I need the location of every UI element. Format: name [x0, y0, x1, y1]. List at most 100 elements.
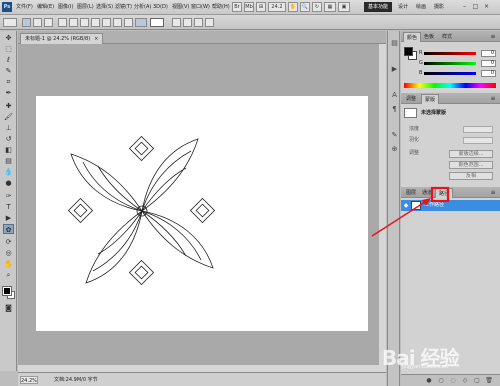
clone-stamp-tool-icon[interactable]: ⊥ [3, 123, 14, 133]
zoom-percent-field[interactable]: 24.2% [20, 376, 38, 384]
clone-source-panel-icon[interactable]: ⊕ [390, 145, 399, 154]
path-intersect-option[interactable] [194, 18, 203, 27]
workspace-painting[interactable]: 绘画 [416, 3, 426, 12]
custom-shape-option[interactable] [135, 18, 147, 27]
hand-tool-icon[interactable]: ✋ [3, 259, 14, 269]
tab-styles[interactable]: 样式 [439, 32, 455, 42]
path-subtract-option[interactable] [183, 18, 192, 27]
foreground-color-swatch[interactable] [2, 286, 12, 296]
red-channel-slider[interactable] [424, 52, 476, 55]
paths-mode[interactable] [33, 18, 42, 27]
pen-tool-option[interactable] [58, 18, 67, 27]
line-option[interactable] [124, 18, 133, 27]
move-tool-icon[interactable]: ✥ [3, 33, 14, 43]
mask-edge-button[interactable]: 蒙版边缘... [449, 150, 493, 158]
history-panel-icon[interactable]: ▤ [390, 39, 399, 48]
tab-channels[interactable]: 通道 [419, 188, 435, 198]
crop-tool-icon[interactable]: ⌗ [3, 77, 14, 87]
delete-path-icon[interactable]: 🗑 [485, 377, 493, 385]
screen-mode-button[interactable]: ▣ [338, 2, 350, 12]
panel-menu-icon[interactable]: ≡ [489, 94, 497, 103]
zoom-tool-button[interactable]: 🔍 [300, 2, 310, 12]
freeform-pen-option[interactable] [69, 18, 78, 27]
tab-swatches[interactable]: 色板 [421, 32, 437, 42]
path-exclude-option[interactable] [205, 18, 214, 27]
3d-rotate-tool-icon[interactable]: ⟳ [3, 237, 14, 247]
fill-path-icon[interactable]: ● [425, 377, 433, 385]
red-channel-value[interactable]: 0 [481, 50, 496, 57]
marquee-tool-icon[interactable]: ⬚ [3, 44, 14, 54]
polygon-option[interactable] [113, 18, 122, 27]
feather-field[interactable] [463, 137, 493, 144]
3d-orbit-tool-icon[interactable]: ◎ [3, 248, 14, 258]
document-area[interactable] [18, 44, 386, 372]
green-channel-slider[interactable] [424, 62, 476, 65]
tab-masks[interactable]: 蒙版 [421, 94, 440, 104]
quick-selection-tool-icon[interactable]: ✎ [3, 66, 14, 76]
path-name[interactable]: 工作路径 [424, 202, 444, 209]
extras-button[interactable]: ⊞ [256, 2, 266, 12]
tab-color[interactable]: 颜色 [403, 32, 422, 42]
new-path-icon[interactable]: ▢ [473, 377, 481, 385]
brush-tool-icon[interactable]: 🖌 [3, 112, 14, 122]
green-channel-value[interactable]: 0 [481, 60, 496, 67]
document-tab[interactable]: 未标题-1 @ 24.2% (RGB/8) × [20, 33, 104, 44]
blur-tool-icon[interactable]: 💧 [3, 167, 14, 177]
workspace-design[interactable]: 设计 [398, 3, 408, 12]
zoom-level-dropdown[interactable]: 24.2 [268, 2, 286, 12]
menu-select[interactable]: 选择(S) [96, 3, 113, 12]
workspace-essentials-button[interactable]: 基本功能 [364, 2, 393, 12]
paragraph-panel-icon[interactable]: ¶ [390, 105, 399, 114]
menu-image[interactable]: 图像(I) [58, 3, 73, 12]
density-field[interactable] [463, 126, 493, 133]
lasso-tool-icon[interactable]: ℓ [3, 55, 14, 65]
menu-window[interactable]: 窗口(W) [191, 3, 210, 12]
workspace-photography[interactable]: 摄影 [434, 3, 444, 12]
menu-file[interactable]: 文件(F) [16, 3, 33, 12]
color-panel-foreground-swatch[interactable] [404, 47, 413, 56]
load-selection-icon[interactable]: ◌ [449, 377, 457, 385]
close-icon[interactable]: × [482, 3, 491, 11]
tab-paths[interactable]: 路径 [435, 188, 454, 198]
tab-layers[interactable]: 图层 [403, 188, 419, 198]
menu-view[interactable]: 视图(V) [172, 3, 189, 12]
path-selection-tool-icon[interactable]: ▶ [3, 213, 14, 223]
brushes-panel-icon[interactable]: ✎ [390, 131, 399, 140]
tool-preset-picker[interactable] [3, 18, 17, 27]
menu-filter[interactable]: 滤镜(T) [115, 3, 132, 12]
horizontal-scrollbar[interactable] [18, 365, 379, 372]
close-tab-icon[interactable]: × [94, 36, 98, 42]
path-add-option[interactable] [172, 18, 181, 27]
ellipse-option[interactable] [102, 18, 111, 27]
hand-tool-button[interactable]: ✋ [288, 2, 298, 12]
menu-help[interactable]: 帮助(H) [212, 3, 230, 12]
eraser-tool-icon[interactable]: ◧ [3, 145, 14, 155]
rotate-view-button[interactable]: ↻ [312, 2, 322, 12]
shape-layers-mode[interactable] [22, 18, 31, 27]
gradient-tool-icon[interactable]: ▤ [3, 156, 14, 166]
stroke-path-icon[interactable]: ○ [437, 377, 445, 385]
fill-pixels-mode[interactable] [44, 18, 53, 27]
color-spectrum-bar[interactable] [404, 83, 496, 88]
menu-3d[interactable]: 3D(D) [153, 3, 168, 12]
rounded-rect-option[interactable] [91, 18, 100, 27]
type-tool-icon[interactable]: T [3, 202, 14, 212]
panel-menu-icon[interactable]: ≡ [489, 32, 497, 41]
zoom-tool-icon[interactable]: ⌕ [3, 270, 14, 280]
dodge-tool-icon[interactable]: ● [3, 178, 14, 188]
eyedropper-tool-icon[interactable]: ✒ [3, 88, 14, 98]
menu-analysis[interactable]: 分析(A) [134, 3, 151, 12]
panel-menu-icon[interactable]: ≡ [489, 188, 497, 197]
actions-panel-icon[interactable]: ▶ [390, 65, 399, 74]
maximize-icon[interactable]: □ [471, 3, 480, 11]
blue-channel-slider[interactable] [424, 72, 476, 75]
rectangle-option[interactable] [80, 18, 89, 27]
healing-brush-tool-icon[interactable]: ✚ [3, 101, 14, 111]
menu-layer[interactable]: 图层(L) [77, 3, 94, 12]
arrange-documents-button[interactable]: ▦ [324, 2, 336, 12]
minibridge-button[interactable]: Mb [244, 2, 254, 12]
pen-tool-icon[interactable]: ✑ [3, 191, 14, 201]
character-panel-icon[interactable]: A [390, 91, 399, 100]
path-row-work-path[interactable]: ◆ 工作路径 [401, 200, 500, 211]
blue-channel-value[interactable]: 0 [481, 70, 496, 77]
